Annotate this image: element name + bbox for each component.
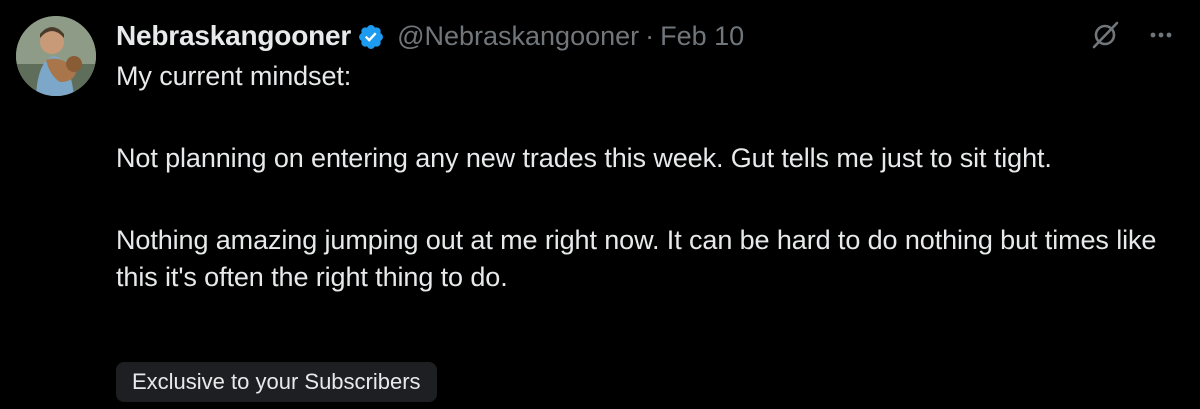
verified-badge-icon[interactable] [357, 22, 385, 50]
tweet-date[interactable]: Feb 10 [660, 16, 744, 56]
tweet-header: Nebraskangooner @Nebraskangooner · Feb 1… [116, 16, 1176, 56]
header-actions [1090, 20, 1176, 50]
tweet-text-paragraph-2: Not planning on entering any new trades … [116, 143, 1052, 173]
header-separator: · [645, 21, 655, 51]
more-options-icon[interactable] [1146, 20, 1176, 50]
tweet-card[interactable]: Nebraskangooner @Nebraskangooner · Feb 1… [0, 0, 1200, 409]
avatar[interactable] [16, 16, 96, 96]
tweet-content: Nebraskangooner @Nebraskangooner · Feb 1… [116, 16, 1176, 296]
tweet-text-line-1: My current mindset: [116, 61, 352, 91]
author-display-name[interactable]: Nebraskangooner [116, 16, 351, 56]
tweet-body: My current mindset: Not planning on ente… [116, 58, 1176, 296]
grok-icon[interactable] [1090, 20, 1120, 50]
tweet-text-paragraph-3: Nothing amazing jumping out at me right … [116, 225, 1157, 292]
subscribers-exclusive-badge[interactable]: Exclusive to your Subscribers [116, 362, 437, 402]
author-handle[interactable]: @Nebraskangooner [397, 16, 639, 56]
